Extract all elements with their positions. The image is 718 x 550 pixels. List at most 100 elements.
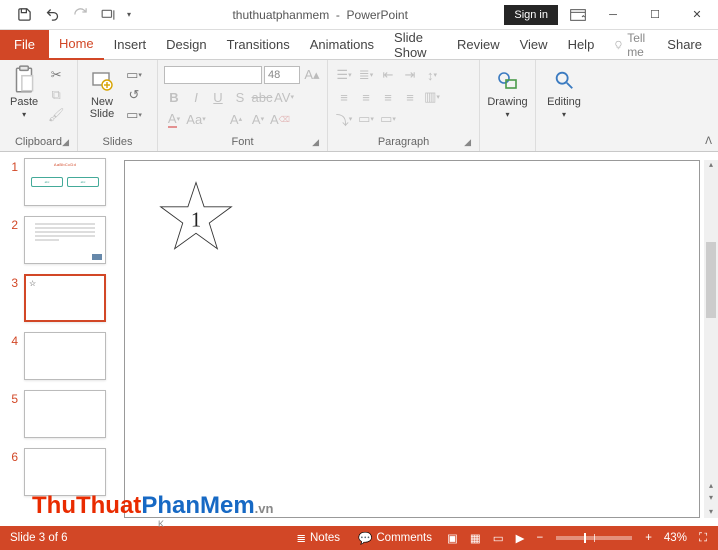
find-icon [550,66,578,94]
dialog-launcher-icon[interactable]: ◢ [464,137,471,148]
collapse-ribbon-icon[interactable]: ᐱ [705,136,712,147]
zoom-level[interactable]: 43% [659,526,692,550]
font-name-combo[interactable] [164,66,262,84]
section-icon[interactable]: ▭▾ [124,106,144,124]
qat-dropdown-icon[interactable]: ▾ [122,2,136,28]
slide-thumb-3[interactable]: ☆ [24,274,106,322]
tab-slideshow[interactable]: Slide Show [384,30,447,60]
shrink-font-icon[interactable]: A▾ [248,110,268,128]
align-right-icon[interactable]: ≡ [378,88,398,106]
slide-thumb-2[interactable] [24,216,106,264]
tab-file[interactable]: File [0,30,49,60]
smartart-icon[interactable]: ▭▾ [378,110,398,128]
slide-thumb-6[interactable] [24,448,106,496]
line-spacing-icon[interactable]: ↕▾ [422,66,442,84]
save-icon[interactable] [10,2,38,28]
thumb-row[interactable]: 3 ☆ [8,274,110,322]
thumb-row[interactable]: 2 [8,216,110,264]
drawing-button[interactable]: Drawing ▾ [483,64,531,121]
zoom-in-button[interactable]: + [640,526,657,550]
notes-label: Notes [310,532,340,544]
grow-font-icon[interactable]: A▴ [302,66,322,84]
tab-transitions[interactable]: Transitions [217,30,300,60]
slide-index[interactable]: Slide 3 of 6 [10,532,68,544]
dialog-launcher-icon[interactable]: ◢ [312,137,319,148]
zoom-slider[interactable] [556,536,632,540]
italic-icon[interactable]: I [186,88,206,106]
view-sorter-icon[interactable]: ▦ [465,526,486,550]
signin-button[interactable]: Sign in [504,5,558,25]
editing-button[interactable]: Editing ▾ [543,64,585,121]
thumb-row[interactable]: 6 [8,448,110,496]
bullets-icon[interactable]: ☰▾ [334,66,354,84]
numbering-icon[interactable]: ≣▾ [356,66,376,84]
group-editing: Editing ▾ [536,60,592,151]
maximize-button[interactable]: ☐ [634,0,676,30]
strike-icon[interactable]: abc [252,88,272,106]
font-size-combo[interactable]: 48 [264,66,300,84]
indent-dec-icon[interactable]: ⇤ [378,66,398,84]
ribbon-display-options-icon[interactable] [564,2,592,28]
slide-canvas[interactable]: 1 [124,160,700,518]
clear-format-icon[interactable]: A⌫ [270,110,290,128]
font-color-icon[interactable]: A▾ [164,110,184,128]
cut-icon[interactable]: ✂ [46,66,66,84]
new-slide-label: New Slide [90,96,114,120]
tab-view[interactable]: View [510,30,558,60]
tab-home[interactable]: Home [49,30,104,60]
tab-design[interactable]: Design [156,30,216,60]
slide-thumb-1[interactable]: AaBbCcDd abcabc [24,158,106,206]
view-normal-icon[interactable]: ▣ [442,526,463,550]
zoom-out-button[interactable]: − [531,526,548,550]
align-center-icon[interactable]: ≡ [356,88,376,106]
slide-thumbnail-pane[interactable]: 1 AaBbCcDd abcabc 2 3 ☆ 4 [0,152,118,526]
columns-icon[interactable]: ▥▾ [422,88,442,106]
indent-inc-icon[interactable]: ⇥ [400,66,420,84]
minimize-button[interactable]: ─ [592,0,634,30]
thumb-row[interactable]: 4 [8,332,110,380]
shapes-icon [494,66,522,94]
tell-me-search[interactable]: Tell me [614,31,651,59]
spacing-icon[interactable]: AV▾ [274,88,294,106]
start-from-beginning-icon[interactable] [94,2,122,28]
tab-help[interactable]: Help [558,30,605,60]
fit-slide-button[interactable]: ⛶ [694,526,712,550]
notes-button[interactable]: ≣ Notes [288,526,348,550]
thumb-number: 3 [8,274,18,290]
shadow-icon[interactable]: S [230,88,250,106]
view-reading-icon[interactable]: ▭ [488,526,509,550]
slide-thumb-5[interactable] [24,390,106,438]
redo-icon[interactable] [66,2,94,28]
format-painter-icon[interactable]: 🖌 [46,106,66,124]
text-direction-icon[interactable]: ⤵▾ [334,110,354,128]
layout-icon[interactable]: ▭▾ [124,66,144,84]
view-slideshow-icon[interactable]: ▶ [511,526,530,550]
close-button[interactable]: ✕ [676,0,718,30]
ribbon-home: Paste ▾ ✂ ⧉ 🖌 Clipboard ◢ [0,60,718,152]
align-text-icon[interactable]: ▭▾ [356,110,376,128]
underline-icon[interactable]: U [208,88,228,106]
tab-animations[interactable]: Animations [300,30,384,60]
reset-icon[interactable]: ↺ [124,86,144,104]
comments-button[interactable]: 💬 Comments [350,526,440,550]
new-slide-button[interactable]: New Slide [84,64,120,122]
star-shape[interactable]: 1 [159,181,233,251]
tab-insert[interactable]: Insert [104,30,157,60]
thumb-row[interactable]: 1 AaBbCcDd abcabc [8,158,110,206]
paste-button[interactable]: Paste ▾ [6,64,42,121]
group-slides: New Slide ▭▾ ↺ ▭▾ Slides [78,60,158,151]
slide-thumb-4[interactable] [24,332,106,380]
change-case-icon[interactable]: Aa▾ [186,110,206,128]
thumb-row[interactable]: 5 [8,390,110,438]
undo-icon[interactable] [38,2,66,28]
copy-icon[interactable]: ⧉ [46,86,66,104]
dialog-launcher-icon[interactable]: ◢ [62,137,69,148]
tab-review[interactable]: Review [447,30,510,60]
grow-font-alt-icon[interactable]: A▴ [226,110,246,128]
vertical-scrollbar[interactable]: ▴ ▴ ▾ ▾ [704,160,718,518]
align-left-icon[interactable]: ≡ [334,88,354,106]
share-button[interactable]: Share [651,30,718,60]
justify-icon[interactable]: ≡ [400,88,420,106]
slide-editor[interactable]: 1 ▴ ▴ ▾ ▾ [118,152,718,526]
bold-icon[interactable]: B [164,88,184,106]
